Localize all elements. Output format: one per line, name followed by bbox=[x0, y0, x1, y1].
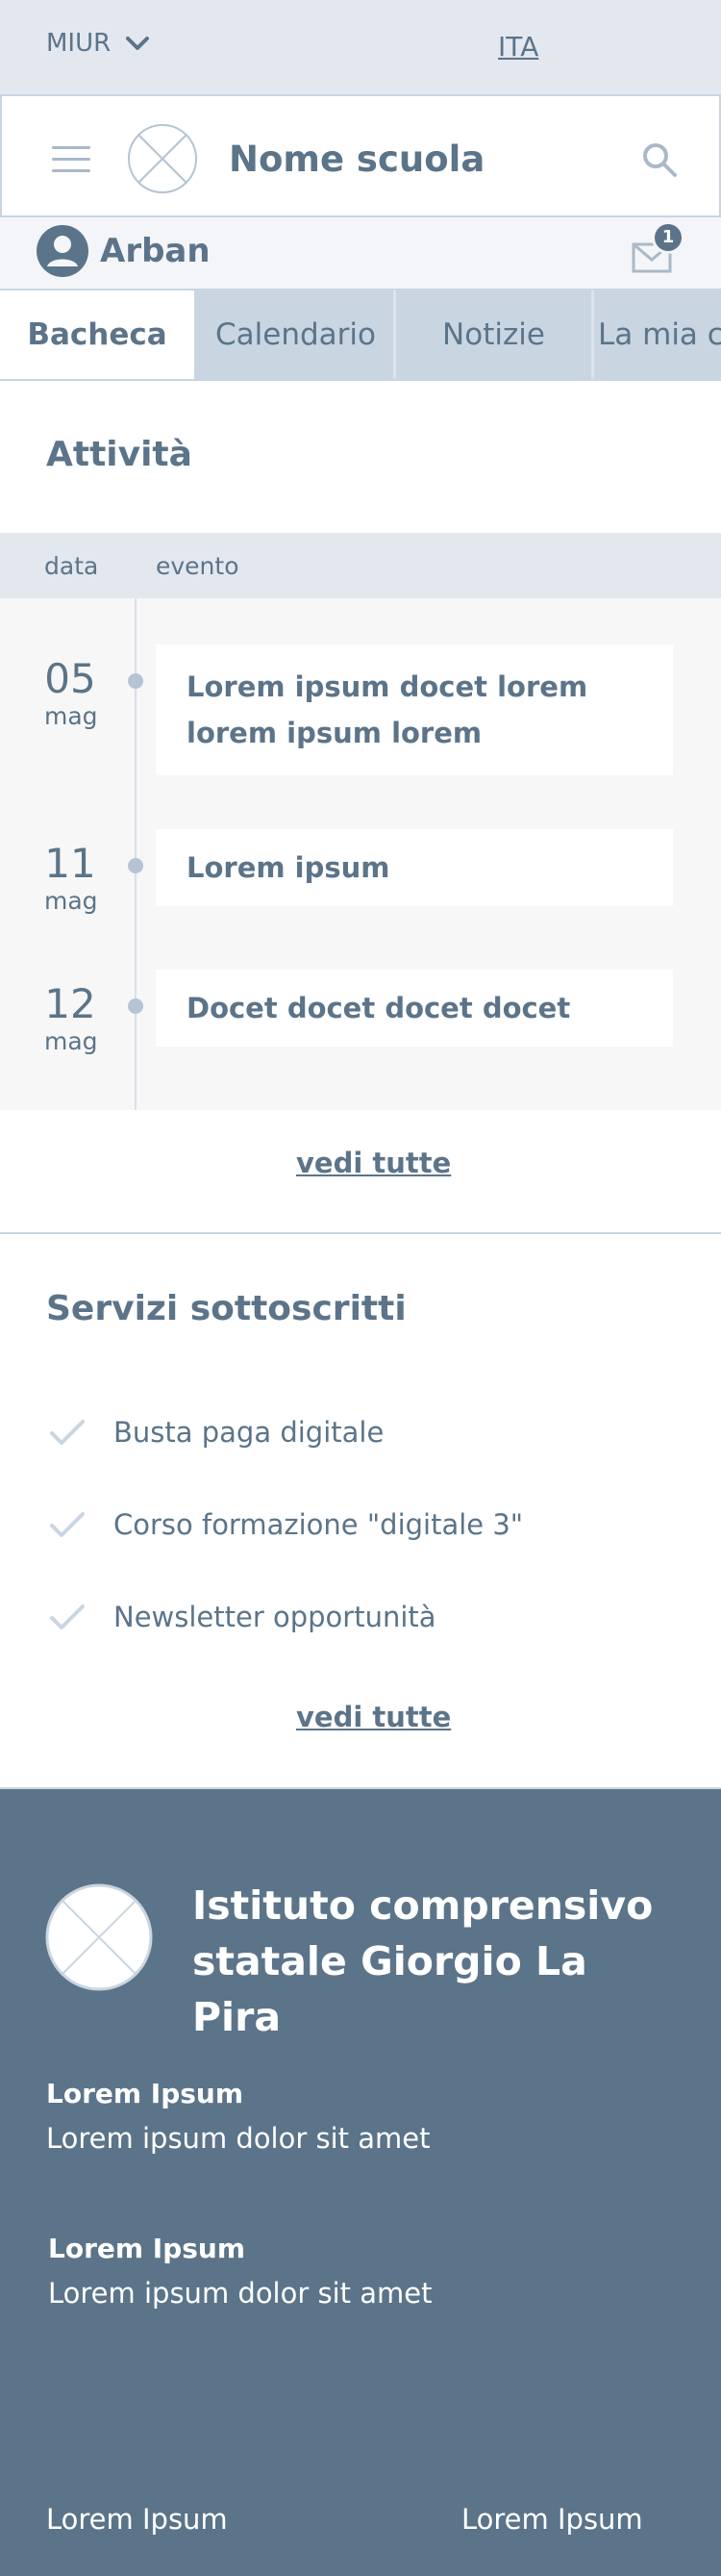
service-item: Corso formazione "digitale 3" bbox=[46, 1508, 523, 1541]
tab-calendario[interactable]: Calendario bbox=[198, 290, 396, 379]
service-label: Busta paga digitale bbox=[113, 1416, 385, 1449]
check-icon bbox=[50, 1604, 85, 1629]
user-name: Arban bbox=[100, 232, 211, 270]
site-footer: Istituto comprensivo statale Giorgio La … bbox=[0, 1787, 721, 2576]
language-switch[interactable]: ITA bbox=[498, 31, 538, 63]
check-icon bbox=[50, 1420, 85, 1445]
footer-block-label: Lorem Ipsum bbox=[46, 2078, 244, 2109]
activities-table-header: data evento bbox=[0, 533, 721, 598]
org-selector[interactable]: MIUR bbox=[46, 29, 151, 58]
timeline-dot bbox=[128, 858, 143, 873]
event-month: mag bbox=[44, 702, 98, 730]
user-avatar-icon[interactable] bbox=[37, 225, 88, 277]
event-day: 05 bbox=[44, 655, 96, 702]
tab-notizie[interactable]: Notizie bbox=[396, 290, 594, 379]
tab-la-mia-classe[interactable]: La mia classe bbox=[594, 290, 721, 379]
institute-logo-placeholder bbox=[45, 1883, 153, 1991]
services-title: Servizi sottoscritti bbox=[46, 1289, 407, 1328]
tab-bacheca[interactable]: Bacheca bbox=[0, 290, 196, 379]
site-header: Nome scuola bbox=[0, 94, 721, 217]
section-divider bbox=[0, 1232, 721, 1234]
timeline-dot bbox=[128, 673, 143, 689]
footer-link[interactable]: Lorem Ipsum bbox=[46, 2503, 228, 2536]
user-bar: Arban 1 bbox=[0, 217, 721, 290]
search-icon[interactable] bbox=[640, 140, 679, 179]
school-name: Nome scuola bbox=[229, 139, 485, 180]
org-label: MIUR bbox=[46, 29, 112, 58]
school-logo-placeholder bbox=[128, 124, 197, 193]
service-item: Newsletter opportunità bbox=[46, 1601, 436, 1633]
main-tabs: Bacheca Calendario Notizie La mia classe bbox=[0, 290, 721, 381]
unread-badge: 1 bbox=[652, 221, 684, 254]
event-card[interactable]: Docet docet docet docet bbox=[156, 970, 673, 1047]
event-card[interactable]: Lorem ipsum bbox=[156, 829, 673, 906]
column-event: evento bbox=[156, 552, 239, 580]
check-icon bbox=[50, 1512, 85, 1537]
event-day: 12 bbox=[44, 980, 96, 1027]
service-label: Corso formazione "digitale 3" bbox=[113, 1508, 524, 1541]
activities-title: Attività bbox=[46, 435, 192, 474]
timeline-dot bbox=[128, 998, 143, 1014]
footer-block-label: Lorem Ipsum bbox=[48, 2233, 246, 2264]
services-see-all-link[interactable]: vedi tutte bbox=[296, 1701, 451, 1733]
event-day: 11 bbox=[44, 840, 96, 887]
column-date: data bbox=[44, 552, 99, 580]
top-bar: MIUR ITA bbox=[0, 0, 721, 94]
event-month: mag bbox=[44, 1027, 98, 1055]
service-label: Newsletter opportunità bbox=[113, 1601, 436, 1633]
service-item: Busta paga digitale bbox=[46, 1416, 384, 1449]
footer-block-text: Lorem ipsum dolor sit amet bbox=[46, 2122, 431, 2155]
footer-block-text: Lorem ipsum dolor sit amet bbox=[48, 2277, 433, 2310]
chevron-down-icon bbox=[126, 37, 150, 50]
institute-name: Istituto comprensivo statale Giorgio La … bbox=[192, 1882, 654, 2040]
event-card[interactable]: Lorem ipsum docet lorem lorem ipsum lore… bbox=[156, 644, 673, 775]
footer-link[interactable]: Lorem Ipsum bbox=[461, 2503, 643, 2536]
event-month: mag bbox=[44, 887, 98, 915]
activities-timeline: 05 mag Lorem ipsum docet lorem lorem ips… bbox=[0, 598, 721, 1110]
menu-icon[interactable] bbox=[52, 146, 90, 173]
activities-see-all-link[interactable]: vedi tutte bbox=[296, 1147, 451, 1179]
